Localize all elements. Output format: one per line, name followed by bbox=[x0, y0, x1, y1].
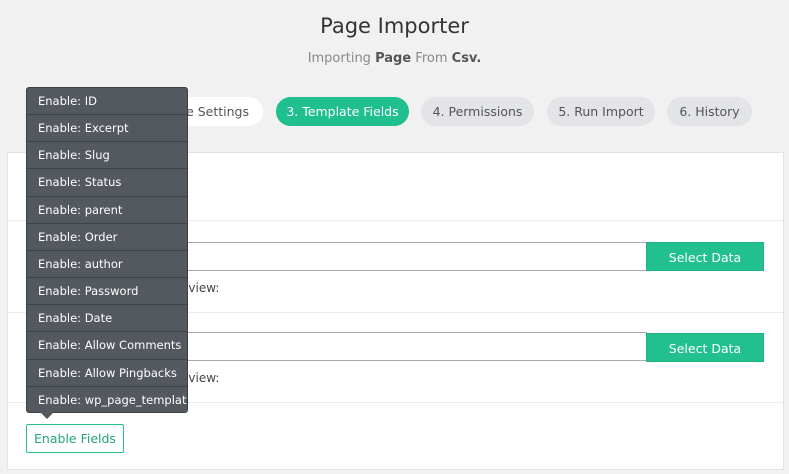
step-run-import[interactable]: 5. Run Import bbox=[547, 97, 655, 126]
step-permissions[interactable]: 4. Permissions bbox=[421, 97, 534, 126]
subtitle-type: Page bbox=[375, 51, 412, 66]
subtitle-source: Csv. bbox=[451, 51, 482, 66]
step-history[interactable]: 6. History bbox=[667, 97, 752, 126]
dropdown-item-id[interactable]: Enable: ID bbox=[27, 88, 187, 116]
dropdown-item-wp-page-template[interactable]: Enable: wp_page_template bbox=[27, 387, 187, 414]
select-data-button-2[interactable]: Select Data bbox=[646, 333, 764, 362]
select-data-button-1[interactable]: Select Data bbox=[646, 242, 764, 271]
dropdown-item-excerpt[interactable]: Enable: Excerpt bbox=[27, 115, 187, 143]
subtitle-prefix: Importing bbox=[307, 51, 371, 66]
dropdown-item-author[interactable]: Enable: author bbox=[27, 251, 187, 279]
dropdown-item-allow-comments[interactable]: Enable: Allow Comments bbox=[27, 332, 187, 360]
field-input-2[interactable] bbox=[180, 332, 647, 361]
page-title: Page Importer bbox=[320, 14, 469, 38]
field-input-1[interactable] bbox=[180, 242, 647, 271]
dropdown-item-password[interactable]: Enable: Password bbox=[27, 278, 187, 306]
dropdown-item-order[interactable]: Enable: Order bbox=[27, 224, 187, 251]
dropdown-item-parent[interactable]: Enable: parent bbox=[27, 197, 187, 224]
page-subtitle: Importing Page From Csv. bbox=[0, 51, 789, 66]
dropdown-caret-icon bbox=[40, 412, 54, 419]
page: Page Importer Importing Page From Csv. l… bbox=[0, 0, 789, 474]
step-template-fields[interactable]: 3. Template Fields bbox=[276, 97, 409, 126]
dropdown-item-allow-pingbacks[interactable]: Enable: Allow Pingbacks bbox=[27, 360, 187, 387]
enable-fields-dropdown: Enable: ID Enable: Excerpt Enable: Slug … bbox=[26, 87, 188, 413]
enable-fields-button[interactable]: Enable Fields bbox=[26, 424, 124, 453]
dropdown-item-slug[interactable]: Enable: Slug bbox=[27, 142, 187, 170]
subtitle-mid: From bbox=[415, 51, 448, 66]
dropdown-item-date[interactable]: Enable: Date bbox=[27, 305, 187, 333]
dropdown-item-status[interactable]: Enable: Status bbox=[27, 169, 187, 197]
